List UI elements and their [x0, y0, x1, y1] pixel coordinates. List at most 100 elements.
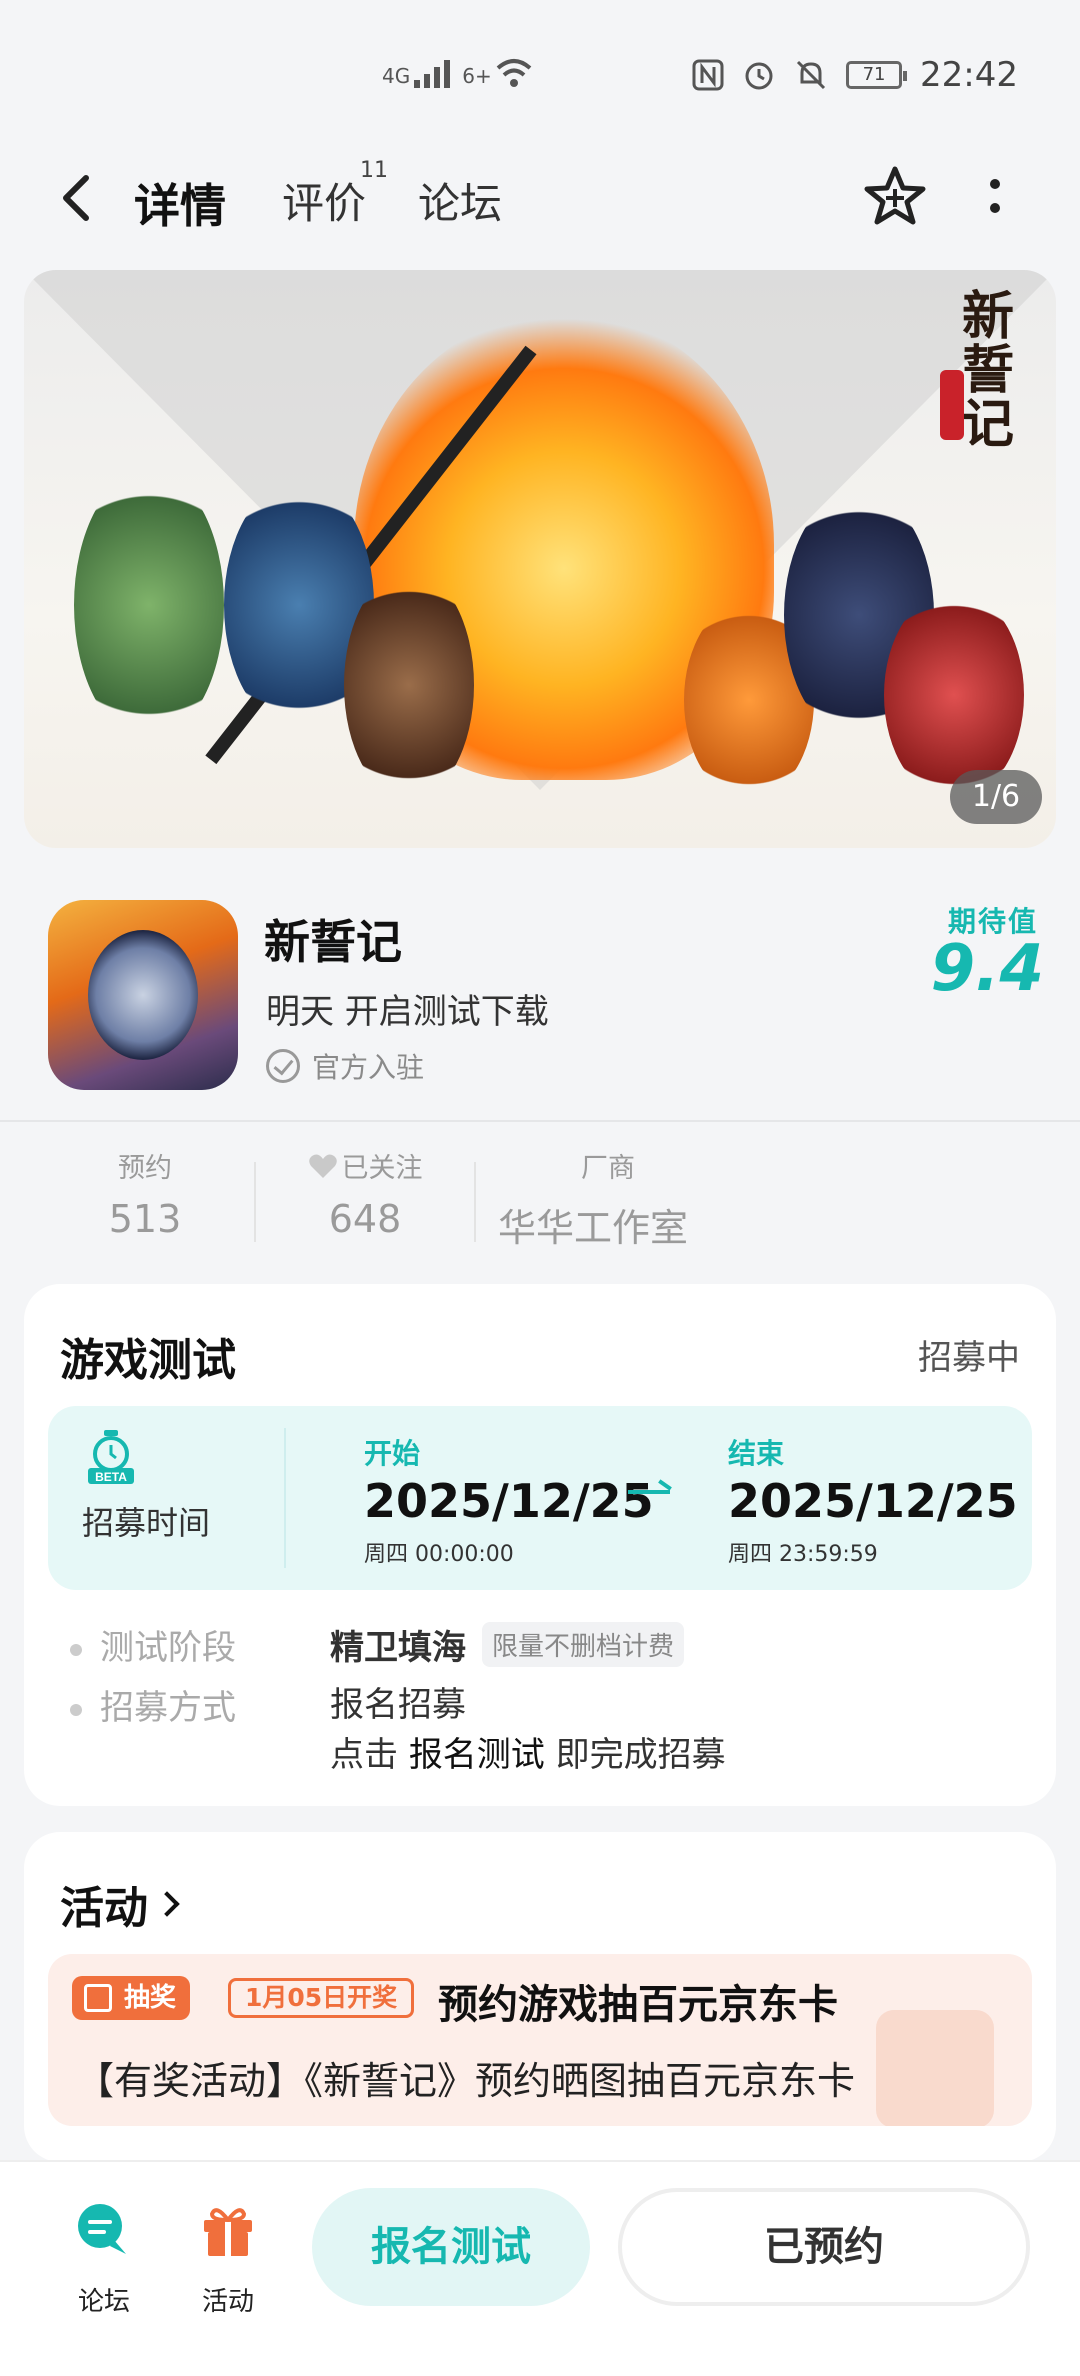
stat-label-wrap: 已关注 — [290, 1146, 440, 1185]
activity-description: 【有奖活动】《新誓记》预约晒图抽百元京东卡 — [76, 2059, 856, 2103]
start-label: 开始 — [364, 1437, 421, 1470]
stat-label: 已关注 — [341, 1153, 423, 1184]
stat-reservations: 预约 513 — [90, 1146, 200, 1241]
banner-character — [74, 470, 224, 740]
start-date: 2025/12/25 — [364, 1474, 654, 1528]
info-key: 测试阶段 — [100, 1628, 236, 1668]
activity-item[interactable]: 抽奖 1月05日开奖 预约游戏抽百元京东卡 【有奖活动】《新誓记》预约晒图抽百元… — [48, 1954, 1032, 2126]
stat-followers: 已关注 648 — [290, 1146, 440, 1241]
stat-label: 厂商 — [581, 1153, 635, 1184]
forum-chat-icon — [78, 2204, 126, 2254]
divider — [0, 1120, 1080, 1122]
network-type: 4G — [382, 64, 411, 88]
tab-forum[interactable]: 论坛 — [418, 170, 502, 231]
bullet — [70, 1643, 82, 1656]
icon-character — [88, 930, 198, 1060]
recruit-method-row: 招募方式 — [70, 1680, 236, 1729]
status-icons: 71 22:42 — [692, 55, 1018, 95]
activity-card: 活动 抽奖 1月05日开奖 预约游戏抽百元京东卡 【有奖活动】《新誓记》预约晒图… — [24, 1832, 1056, 2162]
stage-name: 精卫填海 — [330, 1628, 466, 1668]
wifi-icon — [496, 59, 532, 87]
game-test-card: 游戏测试 招募中 BETA 招募时间 开始 2025/12/25 周四 00:0… — [24, 1284, 1056, 1806]
arrow-right-icon — [628, 1490, 670, 1494]
activity-button[interactable]: 活动 — [178, 2200, 278, 2318]
check-circle-icon — [266, 1049, 300, 1083]
top-nav: 详情 评价 11 论坛 — [0, 150, 1080, 250]
game-logo: 新誓记 — [962, 286, 1015, 455]
expectation-score: 9.4 — [930, 932, 1044, 1006]
gift-watermark-icon — [876, 2010, 994, 2126]
beta-text: BETA — [95, 1470, 127, 1484]
beta-timer-icon: BETA — [88, 1430, 134, 1484]
note-text: 点击 — [330, 1735, 409, 1775]
status-bar: 4G 6+ 71 22:42 — [0, 0, 1080, 150]
signup-test-button[interactable]: 报名测试 — [312, 2188, 590, 2306]
recruit-method-value: 报名招募 点击 报名测试 即完成招募 — [330, 1680, 726, 1780]
wifi-standard: 6+ — [462, 64, 492, 88]
alarm-icon — [745, 62, 773, 90]
test-stage-row: 测试阶段 — [70, 1620, 236, 1669]
banner-page-indicator: 1/6 — [950, 770, 1042, 824]
info-key: 招募方式 — [100, 1688, 236, 1728]
more-options-icon[interactable] — [980, 172, 1010, 222]
tab-details-label: 详情 — [134, 179, 226, 233]
divider — [474, 1162, 476, 1242]
mute-icon — [796, 60, 826, 90]
activity-headline: 预约游戏抽百元京东卡 — [438, 1982, 838, 2028]
forum-button[interactable]: 论坛 — [54, 2200, 154, 2318]
stat-value: 华华工作室 — [498, 1206, 689, 1250]
bullet — [70, 1703, 82, 1716]
tab-details[interactable]: 详情 — [130, 170, 230, 236]
reserved-button[interactable]: 已预约 — [618, 2188, 1030, 2306]
end-label: 结束 — [728, 1437, 785, 1470]
activity-header[interactable]: 活动 — [60, 1872, 180, 1936]
recruit-time-label: 招募时间 — [82, 1504, 211, 1542]
add-favorite-star-icon[interactable] — [862, 164, 928, 230]
lottery-badge-label: 抽奖 — [124, 1983, 177, 2013]
draw-date-badge: 1月05日开奖 — [228, 1978, 415, 2018]
game-app-icon — [48, 900, 238, 1090]
divider — [284, 1428, 286, 1568]
signal-icon — [414, 60, 451, 88]
tab-reviews-label: 评价 — [282, 179, 367, 228]
banner-character — [344, 570, 474, 800]
end-date: 2025/12/25 — [728, 1474, 1018, 1528]
back-arrow-icon[interactable] — [52, 168, 102, 228]
stat-value: 513 — [108, 1197, 182, 1241]
lottery-badge: 抽奖 — [72, 1976, 191, 2020]
stat-value: 648 — [328, 1197, 402, 1241]
gift-icon — [84, 1984, 112, 2012]
review-count-badge: 11 — [360, 158, 388, 183]
game-subtitle: 明天 开启测试下载 — [266, 992, 549, 1032]
nfc-icon — [692, 59, 724, 91]
card-title: 游戏测试 — [60, 1335, 236, 1386]
method-note: 点击 报名测试 即完成招募 — [330, 1730, 726, 1780]
recruit-time-box: BETA 招募时间 开始 2025/12/25 周四 00:00:00 结束 2… — [48, 1406, 1032, 1590]
logo-seal — [940, 370, 964, 440]
battery-level: 71 — [862, 64, 886, 85]
banner-carousel[interactable]: 新誓记 1/6 — [24, 270, 1056, 848]
note-emphasis: 报名测试 — [408, 1735, 545, 1775]
clock: 22:42 — [920, 55, 1018, 95]
game-name: 新誓记 — [264, 915, 402, 969]
stats-row: 预约 513 已关注 648 厂商 华华工作室 — [0, 1140, 1080, 1250]
chevron-right-icon — [154, 1891, 180, 1917]
heart-icon — [308, 1154, 337, 1178]
end-time: 周四 23:59:59 — [728, 1542, 878, 1567]
battery-icon: 71 — [846, 61, 908, 89]
recruit-status: 招募中 — [918, 1338, 1020, 1378]
stat-label: 预约 — [118, 1153, 172, 1184]
note-text: 即完成招募 — [544, 1735, 726, 1775]
game-header: 新誓记 明天 开启测试下载 官方入驻 期待值 9.4 — [0, 880, 1080, 1120]
tab-reviews[interactable]: 评价 11 — [282, 158, 388, 231]
bottom-action-bar: 论坛 活动 报名测试 已预约 — [0, 2160, 1080, 2376]
stat-developer[interactable]: 厂商 华华工作室 — [498, 1146, 718, 1252]
method-name: 报名招募 — [330, 1685, 466, 1725]
start-time: 周四 00:00:00 — [364, 1542, 514, 1567]
official-badge: 官方入驻 — [266, 1046, 424, 1086]
forum-label: 论坛 — [77, 2287, 130, 2317]
gift-icon — [204, 2208, 252, 2256]
banner-character — [884, 590, 1024, 800]
stage-tag: 限量不删档计费 — [482, 1622, 685, 1667]
activity-label: 活动 — [201, 2287, 254, 2317]
